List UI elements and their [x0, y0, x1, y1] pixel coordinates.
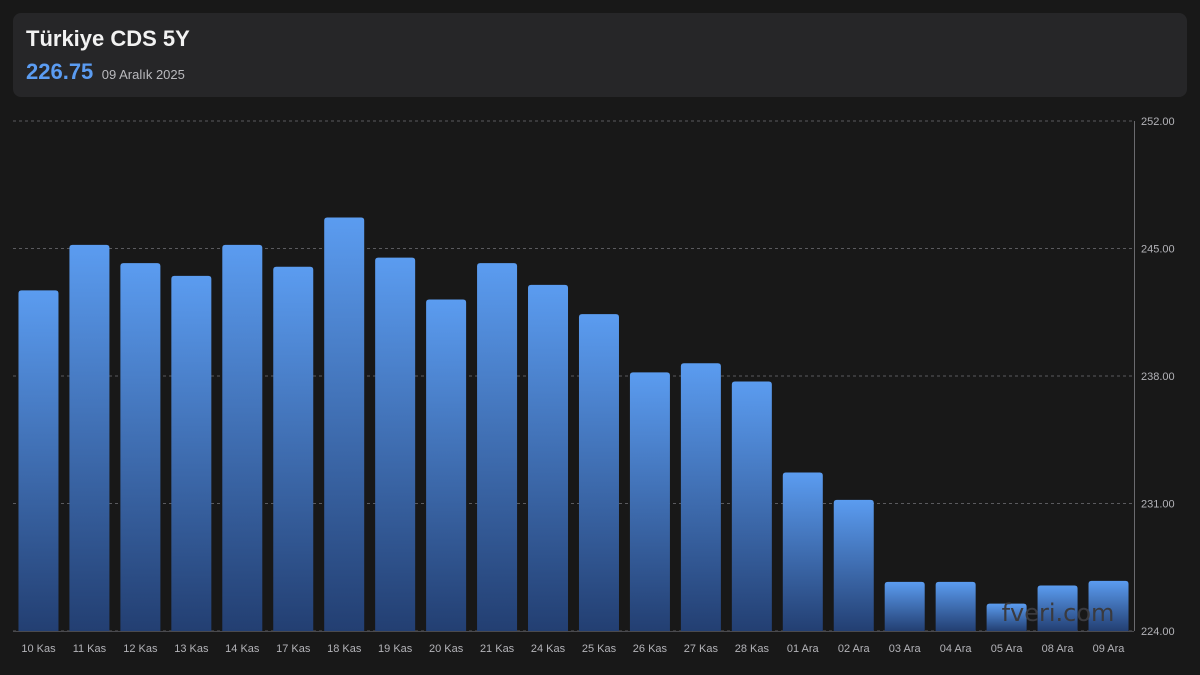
bar [680, 363, 721, 631]
bar [935, 581, 976, 631]
x-tick-label: 04 Ara [940, 643, 973, 655]
x-tick-label: 26 Kas [633, 643, 668, 655]
x-tick-label: 10 Kas [21, 643, 56, 655]
x-tick-label: 03 Ara [889, 643, 922, 655]
bar [833, 499, 874, 631]
x-tick-label: 12 Kas [123, 643, 158, 655]
bar-chart: 252.00 245.00 238.00 231.00 224.00 10 Kas 11 K… [13, 116, 1175, 655]
bar [324, 217, 365, 632]
bar [69, 244, 110, 631]
y-tick-label: 245.00 [1141, 244, 1175, 256]
bar [477, 263, 518, 631]
x-tick-label: 27 Kas [684, 643, 719, 655]
bar [782, 472, 823, 631]
x-tick-label: 17 Kas [276, 643, 311, 655]
x-tick-label: 05 Ara [991, 643, 1024, 655]
y-tick-label: 238.00 [1141, 371, 1175, 383]
y-tick-label: 231.00 [1141, 499, 1175, 511]
bar [578, 314, 619, 631]
bar [273, 266, 314, 631]
x-tick-label: 13 Kas [174, 643, 209, 655]
bar [171, 275, 212, 631]
x-tick-label: 19 Kas [378, 643, 413, 655]
y-tick-label: 224.00 [1141, 626, 1175, 638]
x-tick-label: 24 Kas [531, 643, 566, 655]
bars [18, 217, 1129, 632]
x-tick-label: 18 Kas [327, 643, 362, 655]
bar [528, 284, 569, 631]
x-tick-label: 28 Kas [735, 643, 770, 655]
x-tick-label: 01 Ara [787, 643, 820, 655]
bar [222, 244, 263, 631]
bar [629, 372, 670, 631]
bar [120, 263, 161, 631]
x-tick-label: 09 Ara [1093, 643, 1126, 655]
bar [18, 290, 59, 631]
x-tick-label: 02 Ara [838, 643, 871, 655]
x-tick-label: 25 Kas [582, 643, 617, 655]
x-tick-label: 20 Kas [429, 643, 464, 655]
y-tick-label: 252.00 [1141, 116, 1175, 128]
bar [731, 381, 772, 631]
watermark-text: fveri.com [1002, 599, 1115, 627]
x-tick-label: 21 Kas [480, 643, 515, 655]
x-tick-label: 14 Kas [225, 643, 260, 655]
bar [426, 299, 467, 631]
bar [884, 581, 925, 631]
x-tick-label: 11 Kas [73, 643, 107, 655]
x-tick-label: 08 Ara [1042, 643, 1075, 655]
bar [375, 257, 416, 631]
